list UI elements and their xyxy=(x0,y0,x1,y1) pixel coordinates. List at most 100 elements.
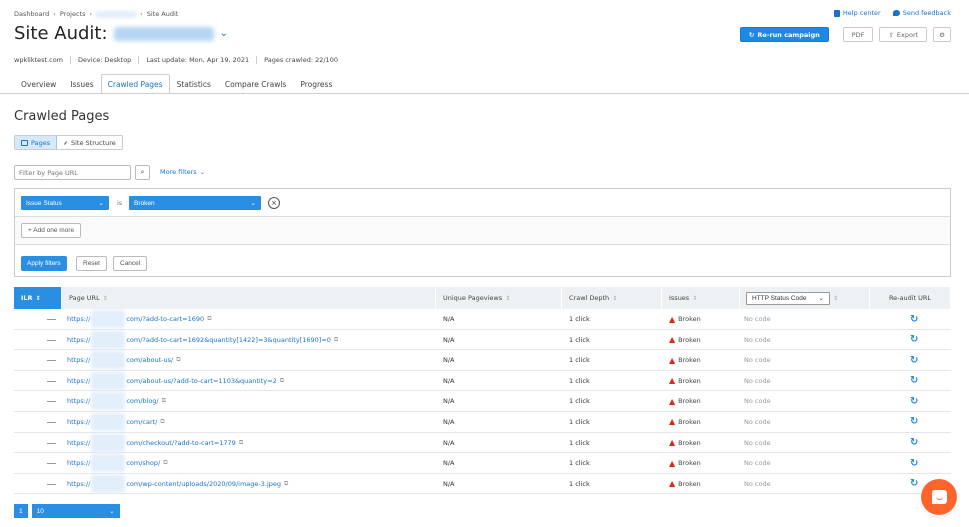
reaudit-button[interactable]: ↻ xyxy=(910,412,918,432)
external-link-icon[interactable]: ⧉ xyxy=(162,397,166,405)
tab-progress[interactable]: Progress xyxy=(293,74,339,94)
breadcrumb-projects[interactable]: Projects xyxy=(60,10,86,18)
reaudit-button[interactable]: ↻ xyxy=(910,371,918,391)
issue-cell: ▲ Broken xyxy=(669,412,701,432)
url-path: com/wp-content/uploads/2020/09/image-3.j… xyxy=(126,479,282,488)
external-link-icon[interactable]: ⧉ xyxy=(207,315,211,323)
filter-value-select[interactable]: Broken ⌄ xyxy=(129,196,261,210)
external-link-icon[interactable]: ⧉ xyxy=(163,459,167,467)
column-header-ilr[interactable]: ILR ⇕ xyxy=(14,287,62,309)
page-url-label: Page URL xyxy=(69,294,100,302)
ilr-dash xyxy=(47,319,56,320)
chat-widget-button[interactable] xyxy=(921,479,957,515)
send-feedback-label: Send feedback xyxy=(902,9,951,17)
refresh-icon: ↻ xyxy=(748,30,755,39)
reaudit-button[interactable]: ↻ xyxy=(910,330,918,350)
page-url-link[interactable]: https:// com/?add-to-cart=1692&quantity[… xyxy=(67,330,338,350)
page-url-link[interactable]: https:// com/blog/ ⧉ xyxy=(67,391,166,411)
column-header-unique-pageviews[interactable]: Unique Pageviews ⇕ xyxy=(436,287,562,309)
external-link-icon[interactable]: ⧉ xyxy=(176,356,180,364)
breadcrumb-project-blurred[interactable] xyxy=(96,10,137,18)
page-url-link[interactable]: https:// com/wp-content/uploads/2020/09/… xyxy=(67,474,288,494)
rerun-campaign-button[interactable]: ↻ Re-run campaign xyxy=(739,27,829,42)
ilr-dash xyxy=(47,463,56,465)
issue-cell: ▲ Broken xyxy=(669,391,701,411)
view-toggle: Pages ⸙ Site Structure xyxy=(14,135,123,150)
view-site-structure-button[interactable]: ⸙ Site Structure xyxy=(57,136,122,149)
external-link-icon[interactable]: ⧉ xyxy=(284,480,288,488)
flame-icon: ▲ xyxy=(669,314,676,324)
issue-cell: ▲ Broken xyxy=(669,350,701,370)
tab-overview[interactable]: Overview xyxy=(14,74,63,94)
audit-meta: wpkliktest.com Device: Desktop Last upda… xyxy=(14,56,345,64)
chevron-down-icon[interactable]: ⌄ xyxy=(220,28,228,39)
add-one-more-button[interactable]: + Add one more xyxy=(21,223,82,238)
filter-field-select[interactable]: Issue Status ⌄ xyxy=(21,196,109,210)
page-url-link[interactable]: https:// com/cart/ ⧉ xyxy=(67,412,165,432)
external-link-icon[interactable]: ⧉ xyxy=(160,418,164,426)
reaudit-button[interactable]: ↻ xyxy=(910,391,918,411)
breadcrumb: Dashboard › Projects › › Site Audit xyxy=(14,10,178,18)
cancel-button[interactable]: Cancel xyxy=(113,256,148,271)
book-icon xyxy=(833,9,840,17)
reaudit-button[interactable]: ↻ xyxy=(910,453,918,473)
page-url-link[interactable]: https:// com/shop/ ⧉ xyxy=(67,453,167,473)
chat-icon xyxy=(931,490,947,504)
tab-issues[interactable]: Issues xyxy=(63,74,100,94)
top-links: Help center Send feedback xyxy=(833,9,951,17)
search-icon: ⌕ xyxy=(140,168,145,176)
ilr-dash xyxy=(47,401,56,403)
url-path: com/cart/ xyxy=(126,417,158,426)
page-url-filter-input[interactable] xyxy=(14,165,131,180)
page-url-link[interactable]: https:// com/about-us/?add-to-cart=1103&… xyxy=(67,371,284,391)
reset-button[interactable]: Reset xyxy=(76,256,107,271)
chevron-down-icon: ⌄ xyxy=(109,508,115,515)
chevron-right-icon: › xyxy=(89,10,93,18)
breadcrumb-dashboard[interactable]: Dashboard xyxy=(14,10,49,18)
issue-label: Broken xyxy=(678,479,701,488)
pdf-button[interactable]: PDF xyxy=(842,27,874,42)
sort-icon[interactable]: ⇕ xyxy=(833,295,838,302)
unique-pageviews-cell: N/A xyxy=(443,479,455,488)
url-prefix: https:// xyxy=(67,356,91,365)
column-header-crawl-depth[interactable]: Crawl Depth ⇕ xyxy=(562,287,662,309)
tab-crawled-pages[interactable]: Crawled Pages xyxy=(100,74,170,94)
reaudit-button[interactable]: ↻ xyxy=(910,309,918,329)
apply-filters-button[interactable]: Apply filters xyxy=(21,256,67,271)
http-status-cell: No code xyxy=(744,459,771,468)
settings-button[interactable]: ⚙ xyxy=(933,27,951,42)
url-prefix: https:// xyxy=(67,376,91,385)
reaudit-button[interactable]: ↻ xyxy=(910,474,918,494)
flame-icon: ▲ xyxy=(669,417,676,427)
external-link-icon[interactable]: ⧉ xyxy=(334,336,338,344)
crawl-depth-cell: 1 click xyxy=(569,335,590,344)
search-button[interactable]: ⌕ xyxy=(135,165,150,180)
issue-label: Broken xyxy=(678,315,701,323)
reaudit-button[interactable]: ↻ xyxy=(910,350,918,370)
per-page-select[interactable]: 10 ⌄ xyxy=(31,504,120,518)
reaudit-button[interactable]: ↻ xyxy=(910,433,918,453)
remove-filter-icon[interactable]: × xyxy=(268,197,280,209)
more-filters-link[interactable]: More filters ⌄ xyxy=(160,168,205,176)
tab-compare-crawls[interactable]: Compare Crawls xyxy=(218,74,293,94)
send-feedback-link[interactable]: Send feedback xyxy=(892,9,951,17)
view-site-structure-label: Site Structure xyxy=(71,138,116,147)
column-header-page-url[interactable]: Page URL ⇕ xyxy=(62,287,436,309)
external-link-icon[interactable]: ⧉ xyxy=(239,439,243,447)
column-header-issues[interactable]: Issues ⇕ xyxy=(662,287,740,309)
refresh-icon: ↻ xyxy=(910,457,919,469)
page-url-link[interactable]: https:// com/?add-to-cart=1690 ⧉ xyxy=(67,309,211,329)
page-number-button[interactable]: 1 xyxy=(14,504,28,518)
page-url-link[interactable]: https:// com/checkout/?add-to-cart=1779 … xyxy=(67,433,243,453)
tab-statistics[interactable]: Statistics xyxy=(170,74,218,94)
page-url-link[interactable]: https:// com/about-us/ ⧉ xyxy=(67,350,180,370)
unique-pageviews-cell: N/A xyxy=(443,397,455,406)
filter-field-value: Issue Status xyxy=(26,199,62,207)
help-center-link[interactable]: Help center xyxy=(833,9,881,17)
external-link-icon[interactable]: ⧉ xyxy=(280,377,284,385)
export-button[interactable]: ⇧ Export xyxy=(879,27,928,42)
view-pages-button[interactable]: Pages xyxy=(15,136,58,149)
filter-operator: is xyxy=(117,199,123,207)
filter-value: Broken xyxy=(134,199,155,207)
http-status-select[interactable]: HTTP Status Code ⌄ xyxy=(746,291,830,305)
